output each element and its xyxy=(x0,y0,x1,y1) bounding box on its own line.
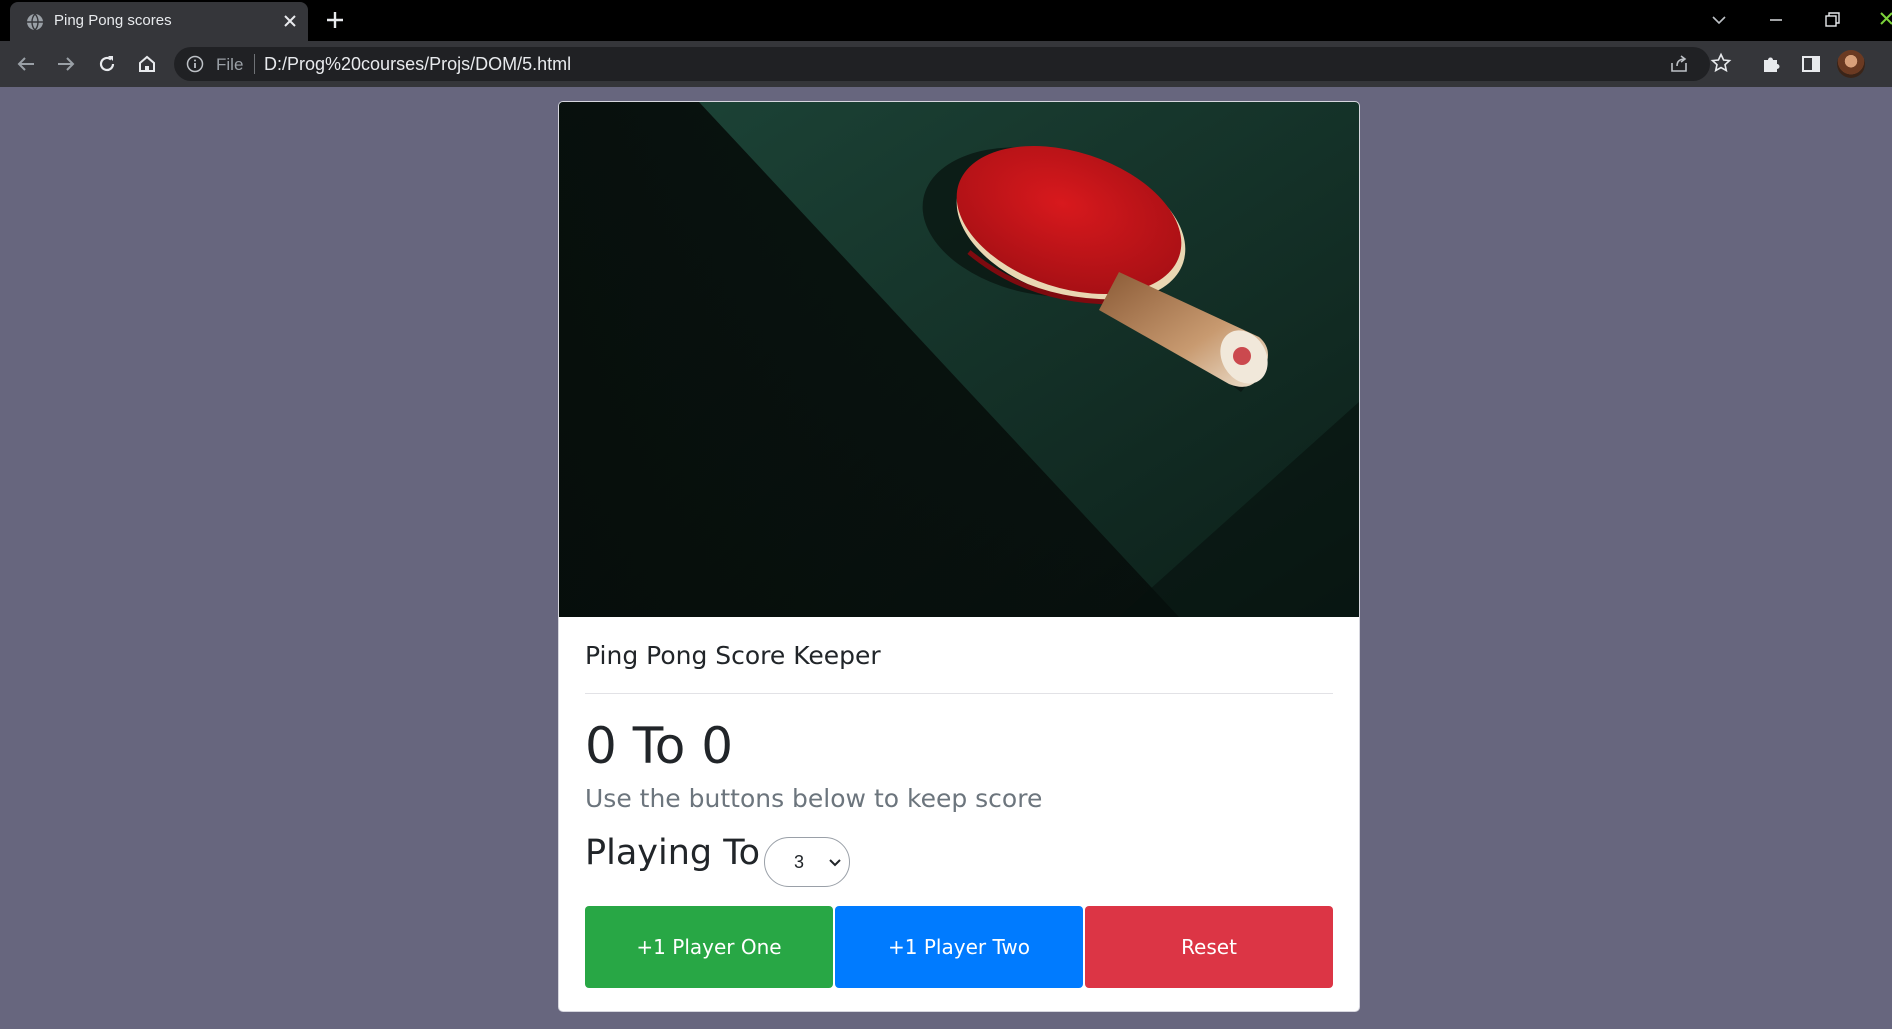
score-keeper-card: Ping Pong Score Keeper 0 To 0 Use the bu… xyxy=(558,101,1360,1012)
card-divider xyxy=(585,693,1333,694)
address-bar[interactable]: File D:/Prog%20courses/Projs/DOM/5.html xyxy=(174,47,1732,81)
close-icon[interactable] xyxy=(280,11,300,31)
card-title: Ping Pong Score Keeper xyxy=(585,641,881,670)
ping-pong-paddle-image xyxy=(559,102,1359,617)
globe-icon xyxy=(27,13,43,31)
avatar[interactable] xyxy=(1837,50,1865,78)
tab-title: Ping Pong scores xyxy=(54,12,172,29)
home-icon[interactable] xyxy=(135,52,159,76)
player-two-button[interactable]: +1 Player Two xyxy=(835,906,1083,988)
playing-to-value: 3 xyxy=(794,852,805,872)
chevron-down-icon[interactable] xyxy=(1707,8,1731,32)
minimize-icon[interactable] xyxy=(1764,8,1788,32)
url-separator xyxy=(254,54,255,74)
close-icon[interactable] xyxy=(1876,8,1892,32)
restore-icon[interactable] xyxy=(1820,8,1844,32)
score-display: 0 To 0 xyxy=(585,717,734,775)
star-icon[interactable] xyxy=(1710,52,1732,74)
browser-tab[interactable]: Ping Pong scores xyxy=(10,2,308,41)
puzzle-icon[interactable] xyxy=(1759,52,1783,76)
url-scheme-label: File xyxy=(216,55,244,74)
playing-to-select[interactable]: 3 xyxy=(764,837,850,887)
sidepanel-icon[interactable] xyxy=(1799,52,1823,76)
share-icon[interactable] xyxy=(1668,53,1690,75)
info-icon[interactable] xyxy=(186,55,204,73)
plus-icon[interactable] xyxy=(323,8,347,32)
player-one-button[interactable]: +1 Player One xyxy=(585,906,833,988)
instructions-text: Use the buttons below to keep score xyxy=(585,784,1043,813)
browser-tab-strip: Ping Pong scores xyxy=(0,0,1892,41)
browser-toolbar: File D:/Prog%20courses/Projs/DOM/5.html xyxy=(0,41,1892,87)
url-text[interactable]: D:/Prog%20courses/Projs/DOM/5.html xyxy=(264,54,571,75)
reload-icon[interactable] xyxy=(95,52,119,76)
back-arrow-icon[interactable] xyxy=(14,52,38,76)
forward-arrow-icon[interactable] xyxy=(54,52,78,76)
reset-button[interactable]: Reset xyxy=(1085,906,1333,988)
chevron-down-icon xyxy=(829,859,841,867)
playing-to-label: Playing To xyxy=(585,833,761,873)
